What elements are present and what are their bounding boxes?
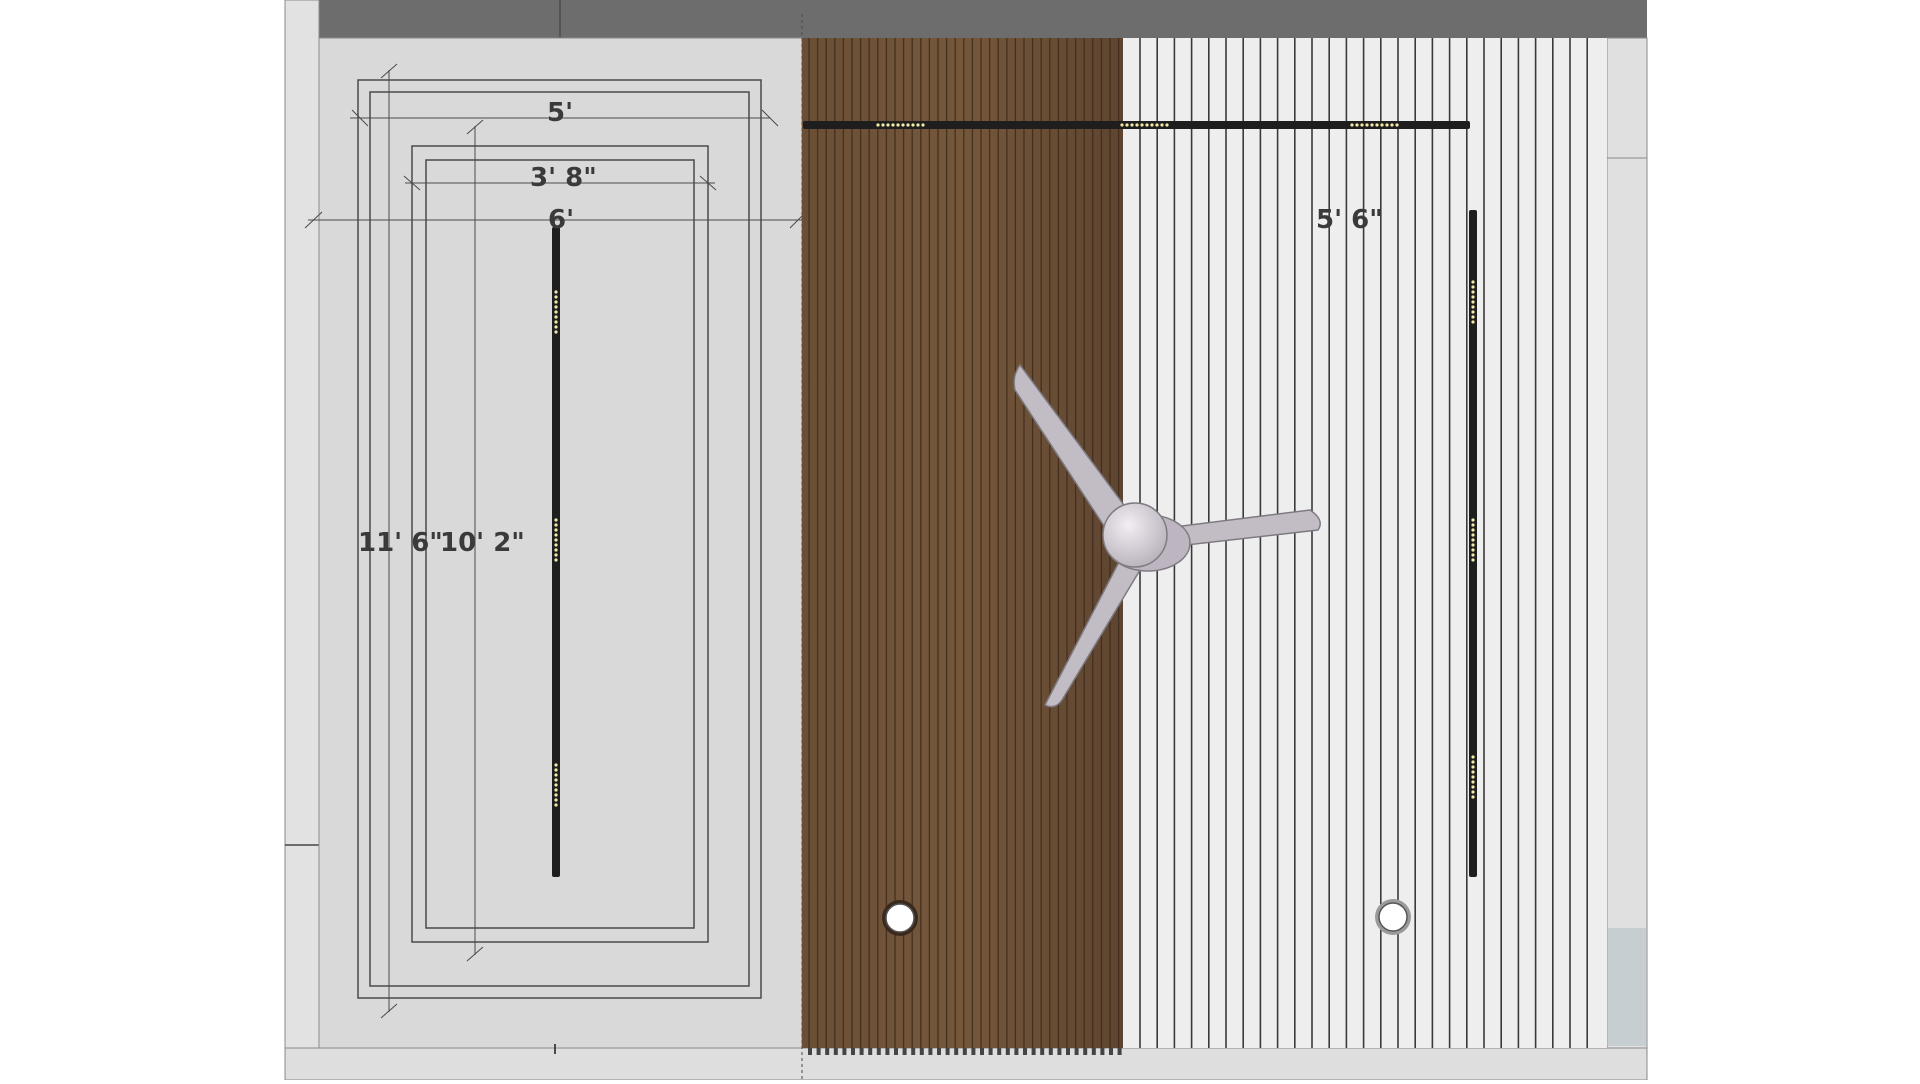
- dimension-inner-length: 10' 2": [440, 528, 525, 558]
- dimension-outer-width: 5': [547, 98, 573, 128]
- downlight-icon: [882, 900, 918, 936]
- left-wall-strip: [284, 0, 320, 1081]
- linear-light-left: [552, 227, 560, 877]
- dimension-right-width: 5' 6": [1316, 205, 1383, 235]
- ceiling-plan-canvas: 5' 3' 8" 6' 5' 6" 11' 6" 10' 2": [0, 0, 1920, 1081]
- linear-light-right: [1469, 210, 1477, 877]
- downlight-icon: [1375, 899, 1411, 935]
- right-wall-strip: [1606, 37, 1648, 1049]
- dimension-inner-width: 3' 8": [530, 163, 597, 193]
- dimension-center-width: 6': [548, 205, 574, 235]
- ceiling-plan-svg: 5' 3' 8" 6' 5' 6" 11' 6" 10' 2": [284, 0, 1648, 1081]
- dimension-outer-length: 11' 6": [358, 528, 443, 558]
- wood-slat-panel: [802, 38, 1123, 1048]
- linear-light-track-horizontal: [803, 121, 1470, 129]
- window-glass: [1608, 928, 1646, 1046]
- top-beam: [318, 0, 1647, 38]
